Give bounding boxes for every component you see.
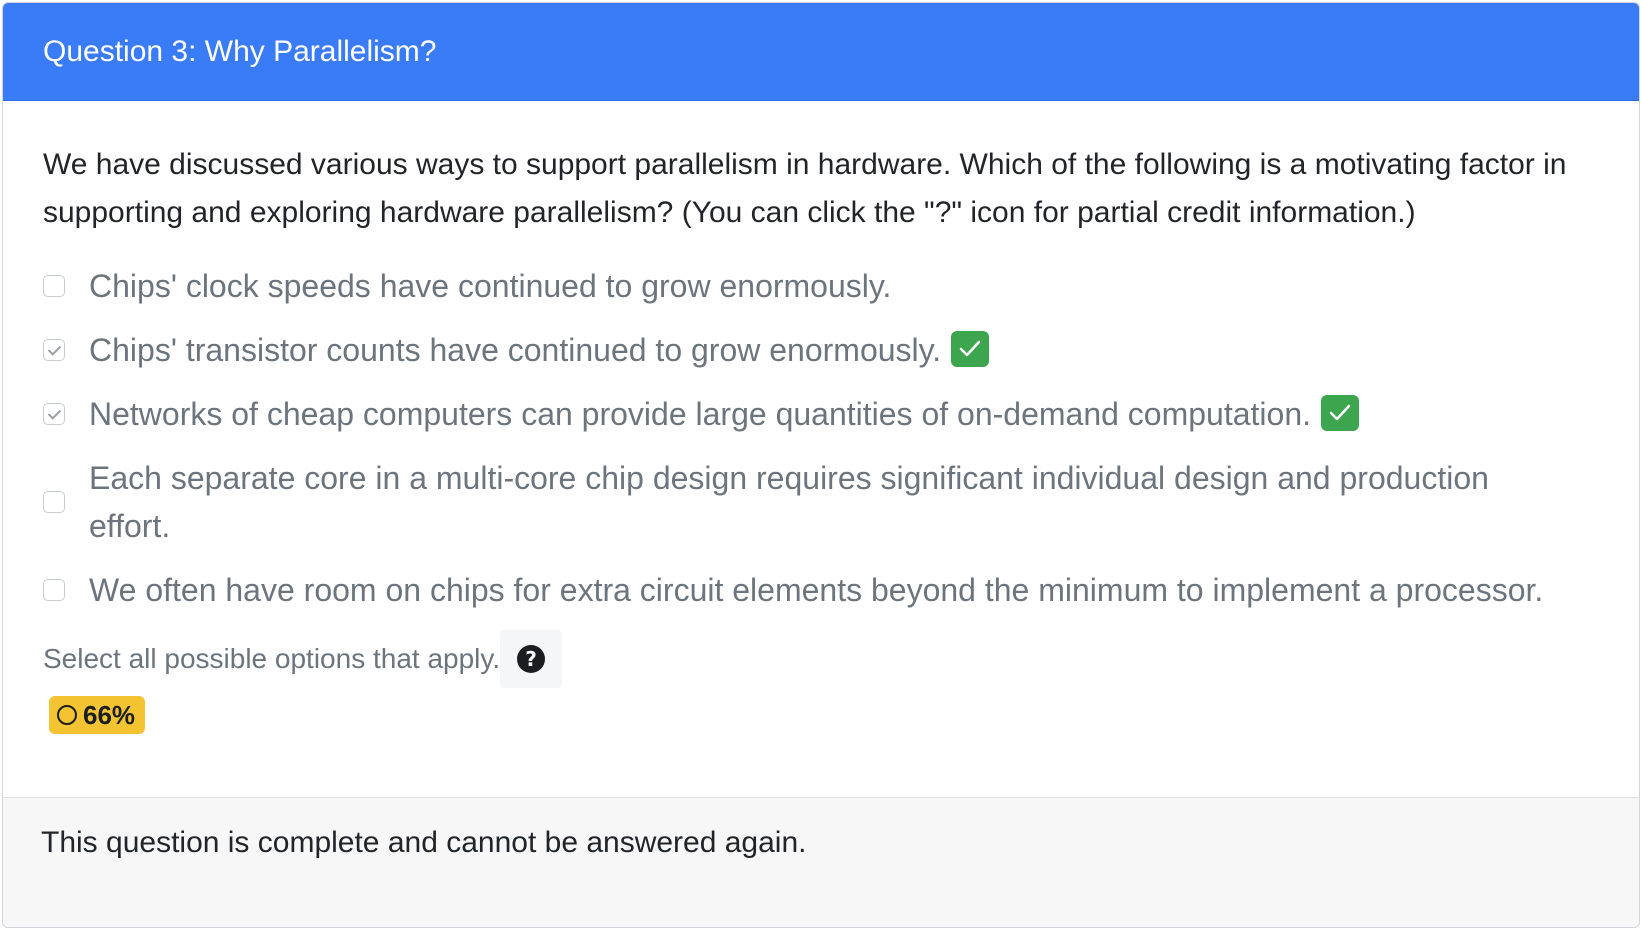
question-mark-icon: ?: [517, 645, 546, 673]
completion-message: This question is complete and cannot be …: [41, 826, 807, 859]
question-card: Question 3: Why Parallelism? We have dis…: [2, 2, 1640, 928]
option-1-checkbox[interactable]: [43, 275, 65, 297]
question-title: Question 3: Why Parallelism?: [43, 34, 437, 68]
question-prompt: We have discussed various ways to suppor…: [43, 148, 1567, 229]
option-5-checkbox[interactable]: [43, 579, 65, 601]
option-1-label: Chips' clock speeds have continued to gr…: [89, 268, 892, 304]
option-1[interactable]: Chips' clock speeds have continued to gr…: [43, 262, 1599, 310]
option-2-checkbox[interactable]: [43, 339, 65, 361]
option-2-text: Chips' transistor counts have continued …: [89, 332, 942, 368]
instruction-text: Select all possible options that apply.: [43, 643, 501, 674]
option-3[interactable]: Networks of cheap computers can provide …: [43, 390, 1599, 438]
option-5[interactable]: We often have room on chips for extra ci…: [43, 566, 1599, 614]
option-4-label: Each separate core in a multi-core chip …: [89, 460, 1489, 544]
option-3-checkbox[interactable]: [43, 403, 65, 425]
option-5-label: We often have room on chips for extra ci…: [89, 572, 1544, 608]
option-4-checkbox[interactable]: [43, 491, 65, 513]
question-body: We have discussed various ways to suppor…: [3, 101, 1639, 734]
option-3-text: Networks of cheap computers can provide …: [89, 396, 1312, 432]
score-value: 66%: [83, 699, 136, 730]
option-2[interactable]: Chips' transistor counts have continued …: [43, 326, 1599, 374]
score-badge: 66%: [49, 696, 146, 734]
option-3-label: Networks of cheap computers can provide …: [89, 390, 1360, 438]
option-4[interactable]: Each separate core in a multi-core chip …: [43, 454, 1599, 550]
circle-icon: [57, 705, 77, 725]
question-header: Question 3: Why Parallelism?: [3, 3, 1639, 101]
help-button[interactable]: ?: [500, 630, 563, 688]
correct-check-icon: [1321, 394, 1360, 431]
instruction-row: Select all possible options that apply. …: [43, 630, 1599, 688]
question-footer: This question is complete and cannot be …: [3, 797, 1639, 927]
correct-check-icon: [951, 330, 990, 367]
options-list: Chips' clock speeds have continued to gr…: [43, 262, 1599, 614]
option-2-label: Chips' transistor counts have continued …: [89, 326, 990, 374]
